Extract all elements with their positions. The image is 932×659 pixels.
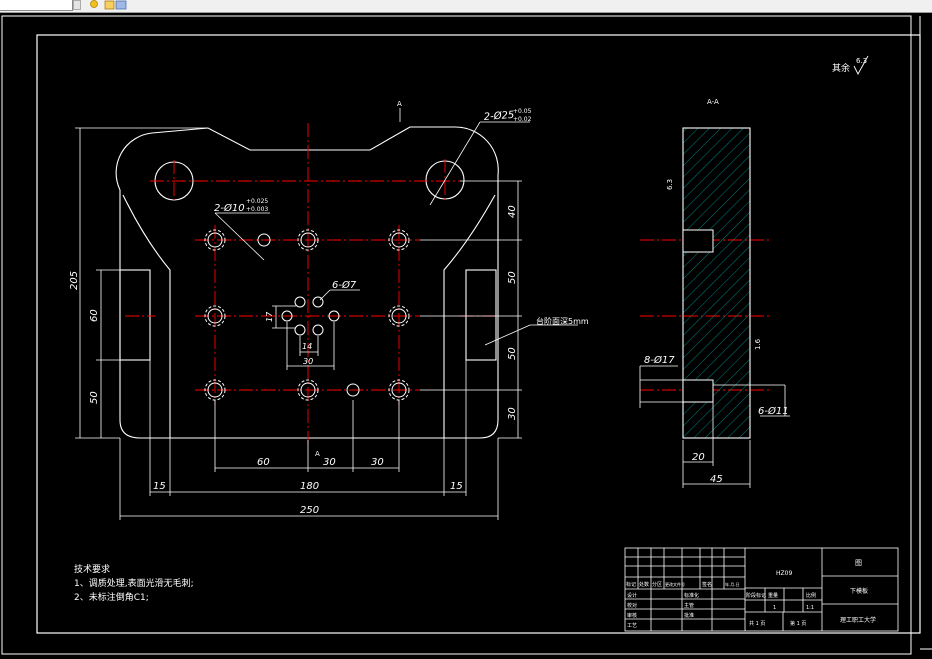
callout-large-tol-upper: +0.05 [513,108,532,115]
tb-sheet-total: 共 1 页 [749,620,765,627]
notes-item-2: 2、未标注倒角C1; [74,591,149,603]
tb-scale: 1:1 [806,605,814,611]
small-hole [294,296,306,308]
tb-material: 图 [855,559,862,567]
section-roughness-a: 6.3 [666,179,674,190]
tb-col-1: 标记 [626,581,636,588]
dim-section-20: 20 [692,452,705,463]
tb-mid-1: 标准化 [684,592,699,599]
layer-state-icon[interactable] [104,0,128,10]
dim-left-60: 60 [89,309,100,322]
tb-stage-2: 重量 [768,592,778,599]
notes-title: 技术要求 [74,563,110,575]
tb-col-6: 年.月.日 [725,581,740,587]
dim-right-30: 30 [507,407,518,420]
hole-pattern[interactable] [204,229,410,401]
tb-mid-3: 批准 [684,612,694,619]
tb-stage-3: 比例 [806,592,816,599]
callout-large-holes: 2-Ø25 [483,109,514,123]
section-mark-bottom: A [315,450,320,458]
section-title: A-A [707,98,719,106]
callout-pin-tol-lower: +0.003 [246,206,268,213]
dim-right-40: 40 [507,205,518,218]
dim-bottom-30a: 30 [323,457,336,468]
dim-bottom-30b: 30 [371,457,384,468]
centerlines [125,123,770,446]
section-roughness-b: 1.6 [754,338,762,350]
callout-large-tol-lower: +0.02 [513,116,532,123]
callout-counterbore: 8-Ø17 [644,354,675,366]
tb-sheet-no: 第 1 页 [790,620,806,627]
callout-through-holes: 6-Ø11 [758,405,789,417]
small-hole [294,324,306,336]
dim-section-45: 45 [710,474,723,485]
dim-inner-14: 14 [302,342,312,351]
dim-width-180: 180 [300,481,319,492]
tb-col-5: 签名 [702,581,712,588]
cad-window: 其余 6.3 A-A A A 2-Ø25 +0.05 +0.02 2-Ø10 +… [0,0,932,659]
tb-row-4: 工艺 [627,623,637,629]
section-mark-top: A [397,100,402,108]
dim-side-15a: 15 [153,481,166,492]
dim-bottom-60: 60 [257,457,270,468]
tb-part-code: HZ09 [776,570,792,577]
dim-right-50b: 50 [507,347,518,360]
notes-item-1: 1、调质处理,表面光滑无毛刺; [74,577,194,589]
tb-row-3: 审核 [627,612,637,619]
plan-view[interactable] [115,126,499,439]
dim-right-50a: 50 [507,271,518,284]
callout-step-note: 台阶面深5mm [536,316,589,326]
tb-school: 理工职工大学 [840,616,876,624]
outer-frame [1,15,912,655]
tb-col-4: 更改文件号 [665,581,685,587]
tb-col-2: 处数 [639,581,649,588]
callout-pin-holes: 2-Ø10 [214,202,245,214]
drawing-canvas[interactable]: 其余 6.3 A-A A A 2-Ø25 +0.05 +0.02 2-Ø10 +… [0,13,932,659]
tb-quantity: 1 [773,605,776,611]
tb-row-1: 设计 [627,592,637,599]
dim-inner-30: 30 [303,357,313,366]
dim-left-50: 50 [89,391,100,404]
tb-col-3: 分区 [652,581,662,588]
callout-pin-tol-upper: +0.025 [246,198,268,205]
tb-mid-2: 主管 [684,602,694,609]
layer-dropdown-icon[interactable] [73,0,81,10]
layer-combo[interactable] [0,0,73,11]
small-hole [312,324,324,336]
tb-stage-1: 阶段标记 [746,592,766,599]
callout-small-holes: 6-Ø7 [332,279,357,291]
sun-layer-icon[interactable] [87,0,101,9]
cad-drawing[interactable]: 其余 6.3 A-A A A 2-Ø25 +0.05 +0.02 2-Ø10 +… [0,13,932,659]
tb-part-name: 下模板 [850,587,868,595]
dim-side-15b: 15 [450,481,463,492]
layer-toolbar [0,0,932,13]
dim-inner-17: 17 [265,311,274,322]
dim-width-250: 250 [300,505,319,516]
counterbore-hole [204,229,226,251]
tb-row-2: 校对 [627,602,637,609]
section-view[interactable] [639,127,790,488]
dim-overall-height: 205 [69,271,80,290]
roughness-label: 其余 [832,62,850,74]
